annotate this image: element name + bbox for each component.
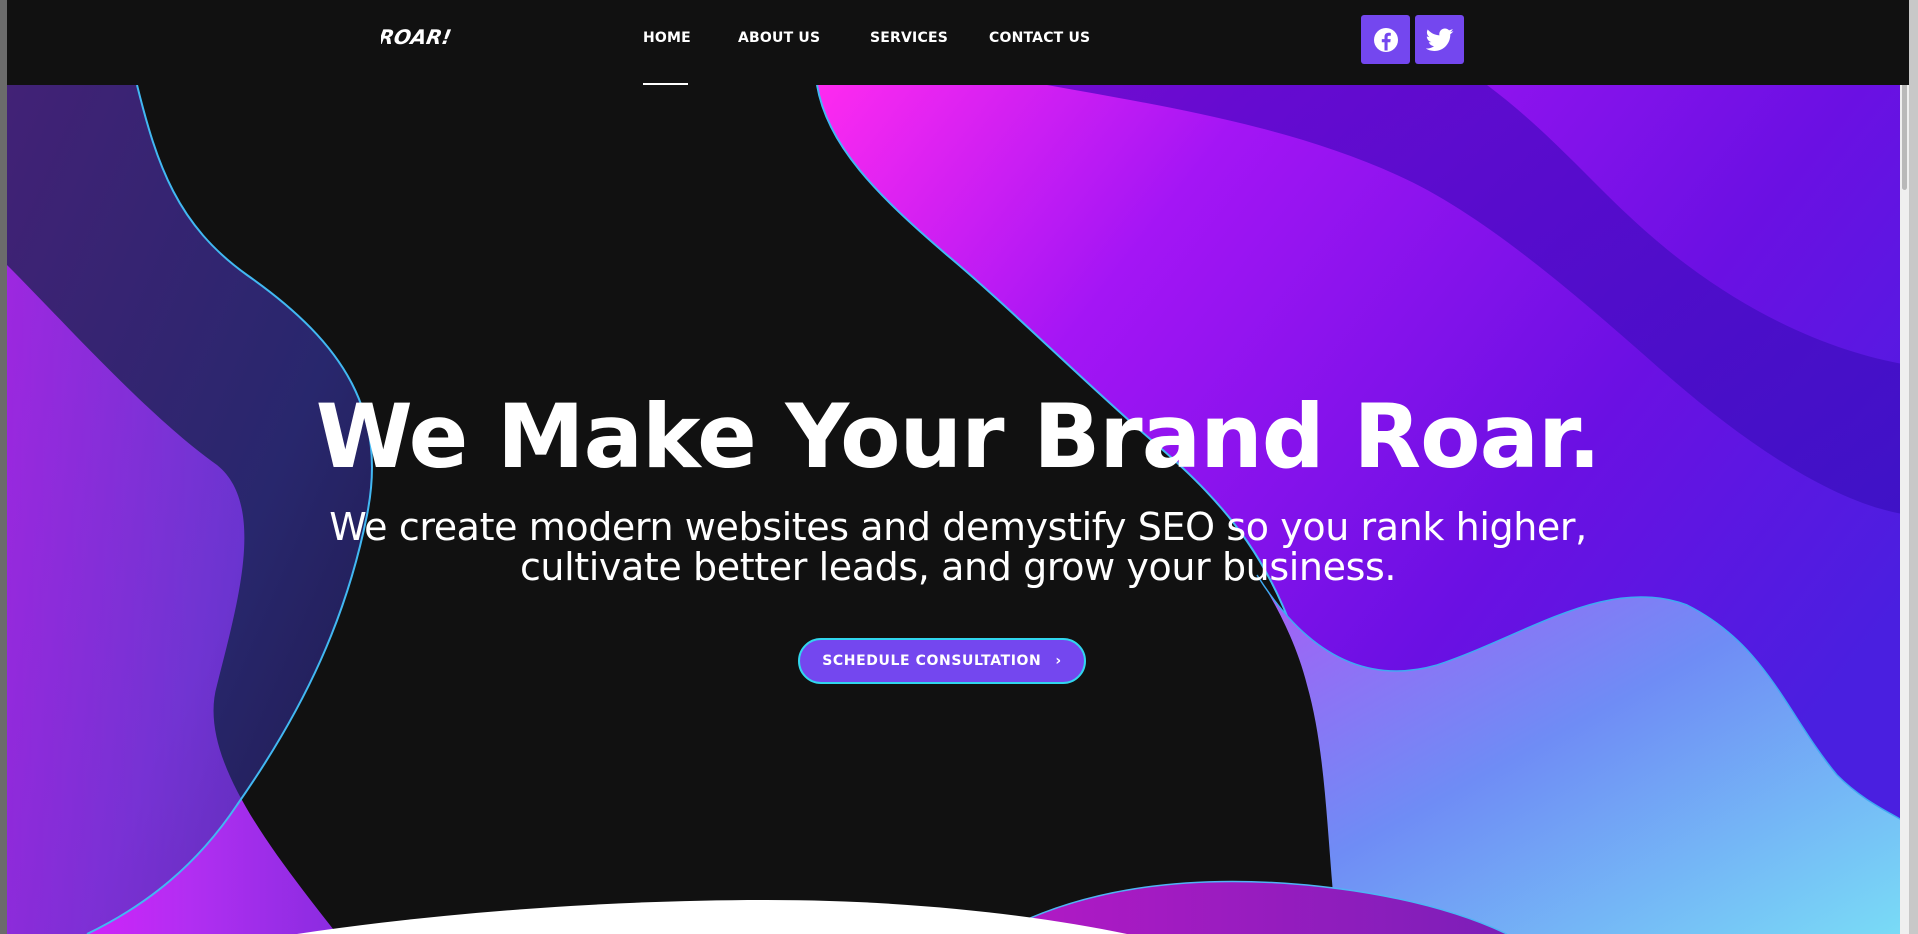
site-header: ROAR! HOME ABOUT US SERVICES CONTACT US	[7, 0, 1909, 85]
twitter-button[interactable]	[1415, 15, 1464, 64]
page: ROAR! HOME ABOUT US SERVICES CONTACT US	[7, 0, 1909, 934]
hero-section: We Make Your Brand Roar. We create moder…	[7, 85, 1909, 934]
nav-services[interactable]: SERVICES	[870, 30, 948, 46]
facebook-button[interactable]	[1361, 15, 1410, 64]
nav-active-indicator	[643, 83, 688, 85]
window-edge	[0, 0, 7, 934]
nav-contact-us[interactable]: CONTACT US	[989, 30, 1090, 46]
vertical-scrollbar[interactable]	[1900, 0, 1909, 934]
hero-subtitle: We create modern websites and demystify …	[329, 505, 1587, 589]
hero-title: We Make Your Brand Roar.	[315, 385, 1601, 488]
svg-text:ROAR!: ROAR!	[381, 25, 451, 49]
nav-home[interactable]: HOME	[643, 30, 691, 46]
logo[interactable]: ROAR!	[381, 24, 451, 50]
chevron-right-icon: ›	[1055, 653, 1062, 669]
cta-label: SCHEDULE CONSULTATION	[822, 653, 1042, 669]
twitter-icon	[1425, 27, 1454, 51]
facebook-icon	[1373, 27, 1398, 52]
schedule-consultation-button[interactable]: SCHEDULE CONSULTATION ›	[798, 638, 1086, 684]
nav-about-us[interactable]: ABOUT US	[738, 30, 820, 46]
